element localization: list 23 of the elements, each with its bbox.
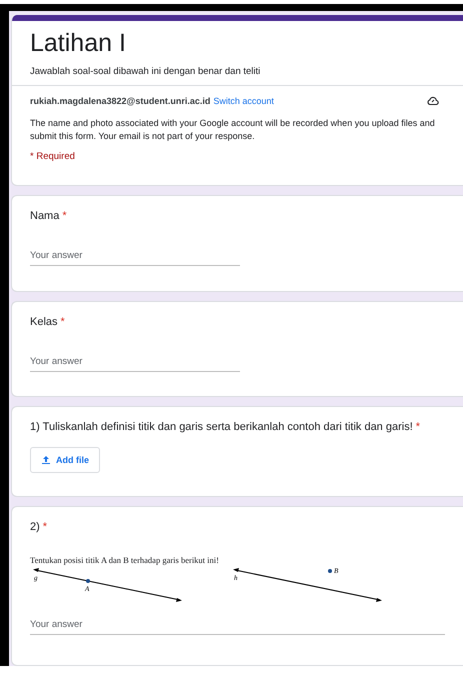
answer-field[interactable]: Your answer xyxy=(30,354,240,372)
upload-icon xyxy=(41,455,51,466)
figure-caption: Tentukan posisi titik A dan B terhadap garis berikut ini! xyxy=(30,555,220,566)
required-asterisk: * xyxy=(62,210,67,222)
required-note: * Required xyxy=(30,151,76,162)
answer-field[interactable]: Your answer xyxy=(30,617,445,636)
point-icon xyxy=(86,579,90,584)
switch-account-link[interactable]: Switch account xyxy=(213,96,274,106)
question-title: Kelas xyxy=(30,316,58,328)
answer-field[interactable]: Your answer xyxy=(30,248,240,266)
form-title: Latihan I xyxy=(30,29,127,58)
question-title: 2) xyxy=(30,521,40,534)
question-title: Nama xyxy=(30,210,60,222)
cloud-icon xyxy=(427,95,439,107)
question-title: 1) Tuliskanlah definisi titik dan garis serta berikanlah contoh dari titik dan garis! xyxy=(30,421,413,434)
required-asterisk: * xyxy=(60,316,65,328)
point-icon xyxy=(328,569,332,574)
account-email: rukiah.magdalena3822@student.unri.ac.id xyxy=(30,96,210,106)
form-description: Jawablah soal-soal dibawah ini dengan benar dan teliti xyxy=(30,66,262,77)
privacy-notice: The name and photo associated with your Google account will be recorded when you upload files and submit this form. Your email is not part of your response. xyxy=(30,117,436,144)
add-file-button[interactable]: Add file xyxy=(30,447,100,474)
required-asterisk: * xyxy=(416,421,420,434)
required-asterisk: * xyxy=(42,521,48,534)
